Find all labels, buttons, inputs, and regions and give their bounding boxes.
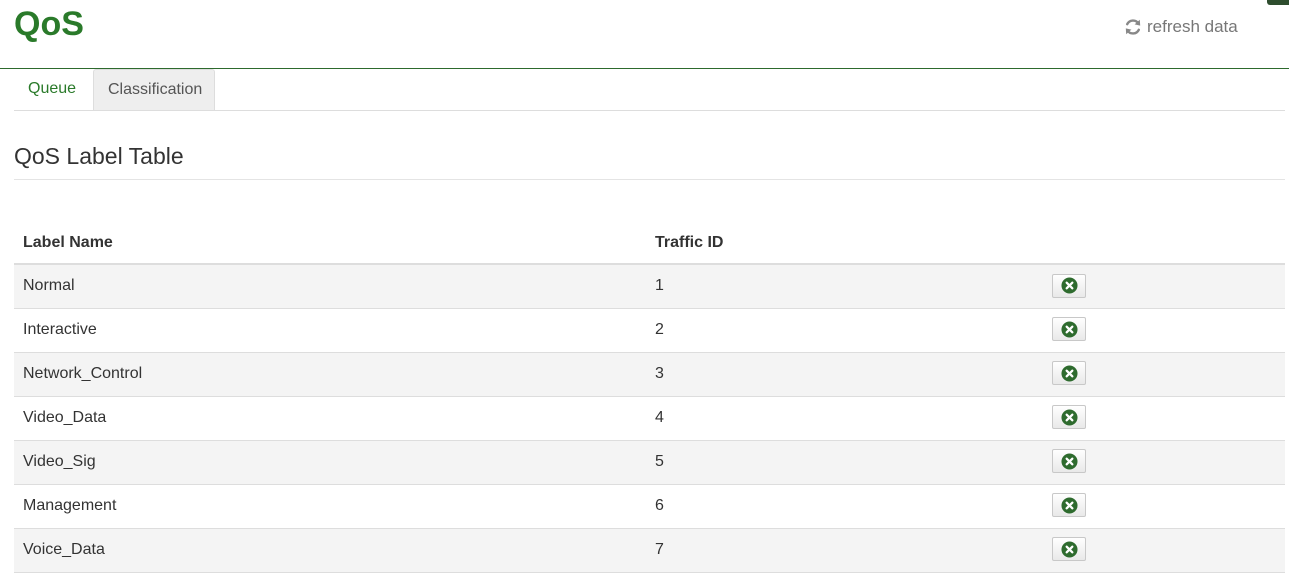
action-cell	[1043, 528, 1285, 573]
section-title: QoS Label Table	[14, 143, 184, 169]
delete-icon	[1060, 277, 1078, 294]
delete-button[interactable]	[1052, 493, 1086, 518]
traffic-id-cell: 3	[646, 352, 1043, 397]
tab-bar: Queue Classification	[14, 69, 1285, 111]
delete-icon	[1060, 365, 1078, 382]
delete-icon	[1060, 321, 1078, 338]
refresh-data-button[interactable]: refresh data	[1123, 16, 1238, 38]
column-header-label-name: Label Name	[14, 222, 646, 265]
traffic-id-cell: 6	[646, 484, 1043, 529]
tab-classification[interactable]: Classification	[93, 69, 215, 110]
label-name-cell: Normal	[14, 264, 646, 309]
traffic-id-cell: 2	[646, 308, 1043, 353]
label-name-cell: Network_Control	[14, 352, 646, 397]
section-divider	[14, 179, 1285, 180]
table-row: Interactive 2	[14, 308, 1285, 353]
action-cell	[1043, 264, 1285, 309]
column-header-actions	[1043, 222, 1285, 265]
traffic-id-cell: 4	[646, 396, 1043, 441]
delete-icon	[1060, 497, 1078, 514]
action-cell	[1043, 396, 1285, 441]
table-row: Management 6	[14, 484, 1285, 529]
traffic-id-cell: 1	[646, 264, 1043, 309]
delete-icon	[1060, 409, 1078, 426]
qos-label-table: Label Name Traffic ID Normal 1 Interacti…	[14, 222, 1285, 573]
page-header: QoS refresh data	[0, 0, 1289, 69]
delete-button[interactable]	[1052, 405, 1086, 430]
label-name-cell: Video_Sig	[14, 440, 646, 485]
traffic-id-cell: 5	[646, 440, 1043, 485]
corner-mark	[1267, 0, 1289, 5]
traffic-id-cell: 7	[646, 528, 1043, 573]
refresh-label: refresh data	[1147, 17, 1238, 36]
table-header-row: Label Name Traffic ID	[14, 222, 1285, 265]
action-cell	[1043, 440, 1285, 485]
refresh-icon	[1125, 19, 1141, 35]
action-cell	[1043, 308, 1285, 353]
label-name-cell: Management	[14, 484, 646, 529]
delete-button[interactable]	[1052, 361, 1086, 386]
label-name-cell: Voice_Data	[14, 528, 646, 573]
table-row: Network_Control 3	[14, 352, 1285, 397]
delete-icon	[1060, 541, 1078, 558]
delete-button[interactable]	[1052, 537, 1086, 562]
delete-button[interactable]	[1052, 449, 1086, 474]
tab-queue[interactable]: Queue	[14, 69, 92, 110]
action-cell	[1043, 484, 1285, 529]
delete-button[interactable]	[1052, 317, 1086, 342]
table-row: Video_Sig 5	[14, 440, 1285, 485]
action-cell	[1043, 352, 1285, 397]
table-row: Normal 1	[14, 264, 1285, 309]
table-row: Video_Data 4	[14, 396, 1285, 441]
label-name-cell: Video_Data	[14, 396, 646, 441]
column-header-traffic-id: Traffic ID	[646, 222, 1043, 265]
delete-icon	[1060, 453, 1078, 470]
app-title: QoS	[14, 5, 84, 43]
label-name-cell: Interactive	[14, 308, 646, 353]
table-row: Voice_Data 7	[14, 528, 1285, 573]
delete-button[interactable]	[1052, 273, 1086, 298]
